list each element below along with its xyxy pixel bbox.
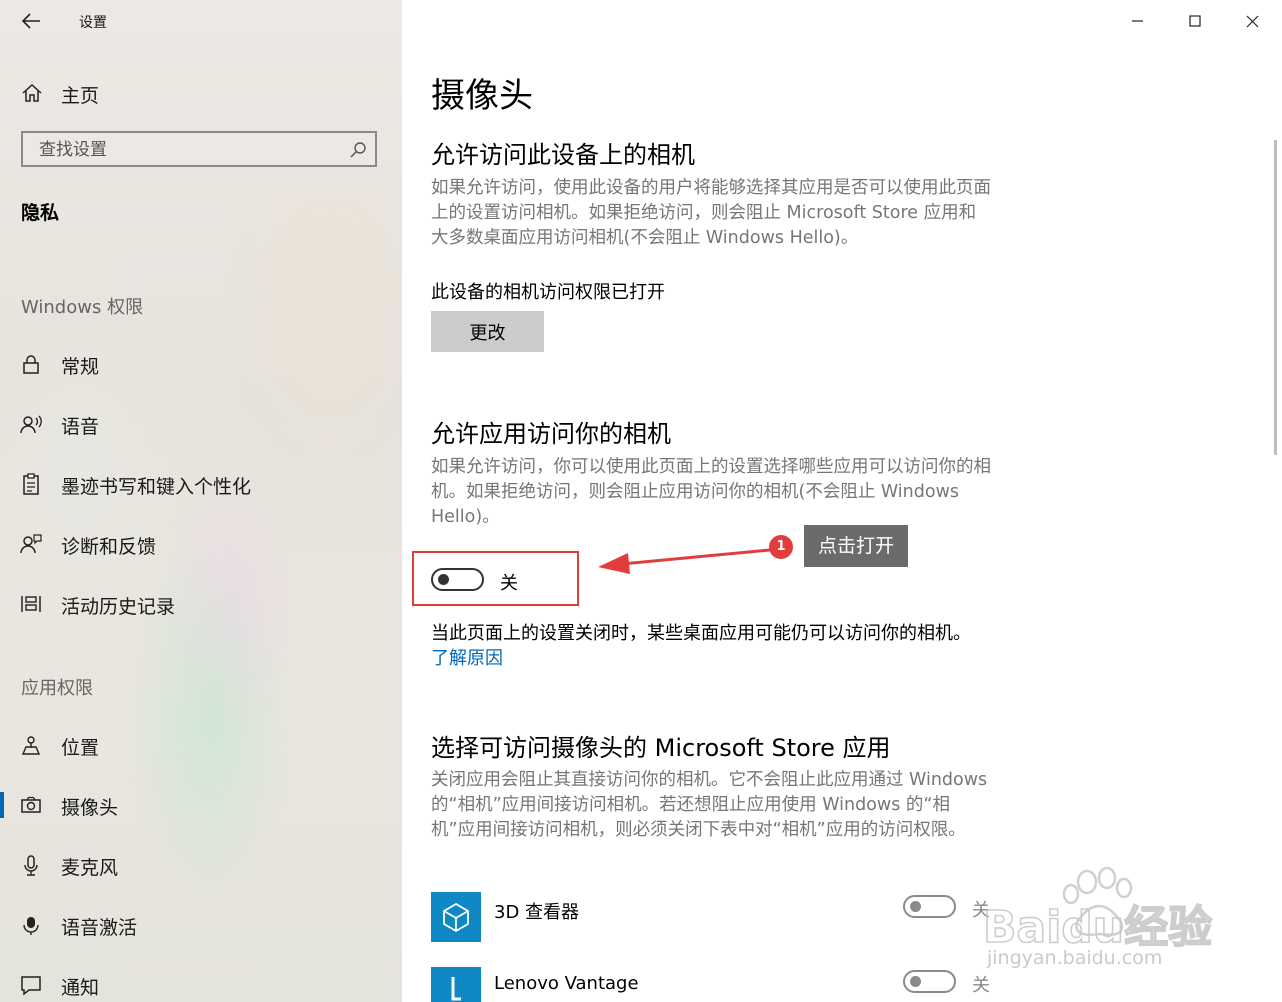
microphone-icon <box>24 855 38 876</box>
app-title: 设置 <box>79 15 107 31</box>
clipboard-icon <box>23 473 39 495</box>
toggle-knob <box>910 976 921 987</box>
search-input[interactable] <box>37 138 341 162</box>
sidebar-item-label: 主页 <box>61 85 100 107</box>
sidebar: 设置 主页 隐私 Windows 权限 常规 语音 <box>0 0 402 1002</box>
toggle-knob <box>438 574 449 585</box>
sidebar-item-label: 语音激活 <box>61 917 138 939</box>
app-tile <box>431 892 481 942</box>
maximize-icon <box>1189 15 1201 27</box>
svg-text:jingyan.baidu.com: jingyan.baidu.com <box>986 947 1162 969</box>
location-icon <box>21 736 41 755</box>
store-apps-heading: 选择可访问摄像头的 Microsoft Store 应用 <box>431 734 891 762</box>
change-button[interactable]: 更改 <box>431 311 544 352</box>
minimize-button[interactable] <box>1108 0 1166 42</box>
note-text: 当此页面上的设置关闭时，某些桌面应用可能仍可以访问你的相机。 <box>431 623 971 644</box>
sidebar-item-label: 位置 <box>61 737 100 759</box>
home-icon <box>22 83 42 102</box>
sidebar-item-general[interactable]: 常规 <box>0 343 402 383</box>
sidebar-item-diagnostics[interactable]: 诊断和反馈 <box>0 523 402 563</box>
toggle-knob <box>910 901 921 912</box>
close-button[interactable] <box>1224 0 1282 42</box>
app-name: 3D 查看器 <box>494 902 580 923</box>
device-access-description: 如果允许访问，使用此设备的用户将能够选择其应用是否可以使用此页面上的设置访问相机… <box>431 178 991 248</box>
app-access-description: 如果允许访问，你可以使用此页面上的设置选择哪些应用可以访问你的相机。如果拒绝访问… <box>431 457 991 527</box>
timeline-icon <box>21 596 41 612</box>
sidebar-item-location[interactable]: 位置 <box>0 724 402 764</box>
sidebar-item-voice-activation[interactable]: 语音激活 <box>0 904 402 944</box>
sidebar-item-label: 诊断和反馈 <box>61 536 157 558</box>
app-name: Lenovo Vantage <box>494 973 639 994</box>
annotation-step-badge: 1 <box>769 535 793 559</box>
camera-icon <box>21 796 41 813</box>
group-header-apps: 应用权限 <box>21 678 93 699</box>
maximize-button[interactable] <box>1166 0 1224 42</box>
app-tile <box>431 967 481 1002</box>
svg-text:Baidu经验: Baidu经验 <box>983 902 1212 953</box>
lenovo-vantage-icon <box>451 977 461 1001</box>
app-access-toggle-label: 关 <box>500 573 518 594</box>
page-title: 摄像头 <box>431 76 533 116</box>
voice-activation-icon <box>23 917 39 935</box>
search-icon[interactable] <box>349 141 367 159</box>
device-access-status: 此设备的相机访问权限已打开 <box>431 282 665 303</box>
sidebar-item-inking[interactable]: 墨迹书写和键入个性化 <box>0 463 402 503</box>
sidebar-item-label: 活动历史记录 <box>61 596 176 618</box>
search-box[interactable] <box>21 131 377 167</box>
app-access-toggle[interactable] <box>431 568 484 591</box>
sidebar-item-label: 通知 <box>61 977 100 999</box>
sidebar-item-home[interactable]: 主页 <box>0 74 402 112</box>
app-toggle-lenovo-vantage[interactable] <box>903 970 956 993</box>
learn-why-link[interactable]: 了解原因 <box>431 648 503 669</box>
speech-icon <box>20 415 42 434</box>
sidebar-item-activity-history[interactable]: 活动历史记录 <box>0 583 402 623</box>
sidebar-item-notifications[interactable]: 通知 <box>0 964 402 1002</box>
cube-icon <box>443 902 469 933</box>
sidebar-item-label: 常规 <box>61 356 100 378</box>
baidu-watermark-logo: Baidu经验 jingyan.baidu.com <box>982 866 1213 969</box>
app-access-heading: 允许应用访问你的相机 <box>431 420 671 448</box>
scrollbar[interactable] <box>1274 140 1277 455</box>
minimize-icon <box>1132 20 1143 22</box>
app-access-note: 当此页面上的设置关闭时，某些桌面应用可能仍可以访问你的相机。 了解原因 <box>431 621 991 671</box>
app-toggle-3d-viewer[interactable] <box>903 895 956 918</box>
annotation-callout: 点击打开 <box>804 525 908 567</box>
category-title: 隐私 <box>21 202 60 224</box>
sidebar-item-label: 墨迹书写和键入个性化 <box>61 476 252 498</box>
sidebar-item-label: 语音 <box>61 416 100 438</box>
sidebar-item-microphone[interactable]: 麦克风 <box>0 844 402 884</box>
sidebar-item-label: 麦克风 <box>61 857 119 879</box>
lock-icon <box>23 355 39 374</box>
sidebar-item-speech[interactable]: 语音 <box>0 403 402 443</box>
main-content: 摄像头 允许访问此设备上的相机 如果允许访问，使用此设备的用户将能够选择其应用是… <box>402 0 1282 1002</box>
back-button[interactable] <box>18 8 48 34</box>
close-icon <box>1246 15 1259 28</box>
store-apps-description: 关闭应用会阻止其直接访问你的相机。它不会阻止此应用通过 Windows 的“相机… <box>431 770 988 840</box>
feedback-icon <box>20 534 42 554</box>
app-toggle-label: 关 <box>972 975 990 996</box>
app-row-lenovo-vantage: Lenovo Vantage 关 <box>431 967 1131 1002</box>
sidebar-item-camera[interactable]: 摄像头 <box>0 784 402 824</box>
annotation-arrow <box>598 548 771 574</box>
back-arrow-icon <box>21 13 40 29</box>
notification-icon <box>21 976 41 996</box>
sidebar-item-label: 摄像头 <box>61 797 119 819</box>
device-access-heading: 允许访问此设备上的相机 <box>431 141 695 169</box>
group-header-windows: Windows 权限 <box>21 297 144 318</box>
